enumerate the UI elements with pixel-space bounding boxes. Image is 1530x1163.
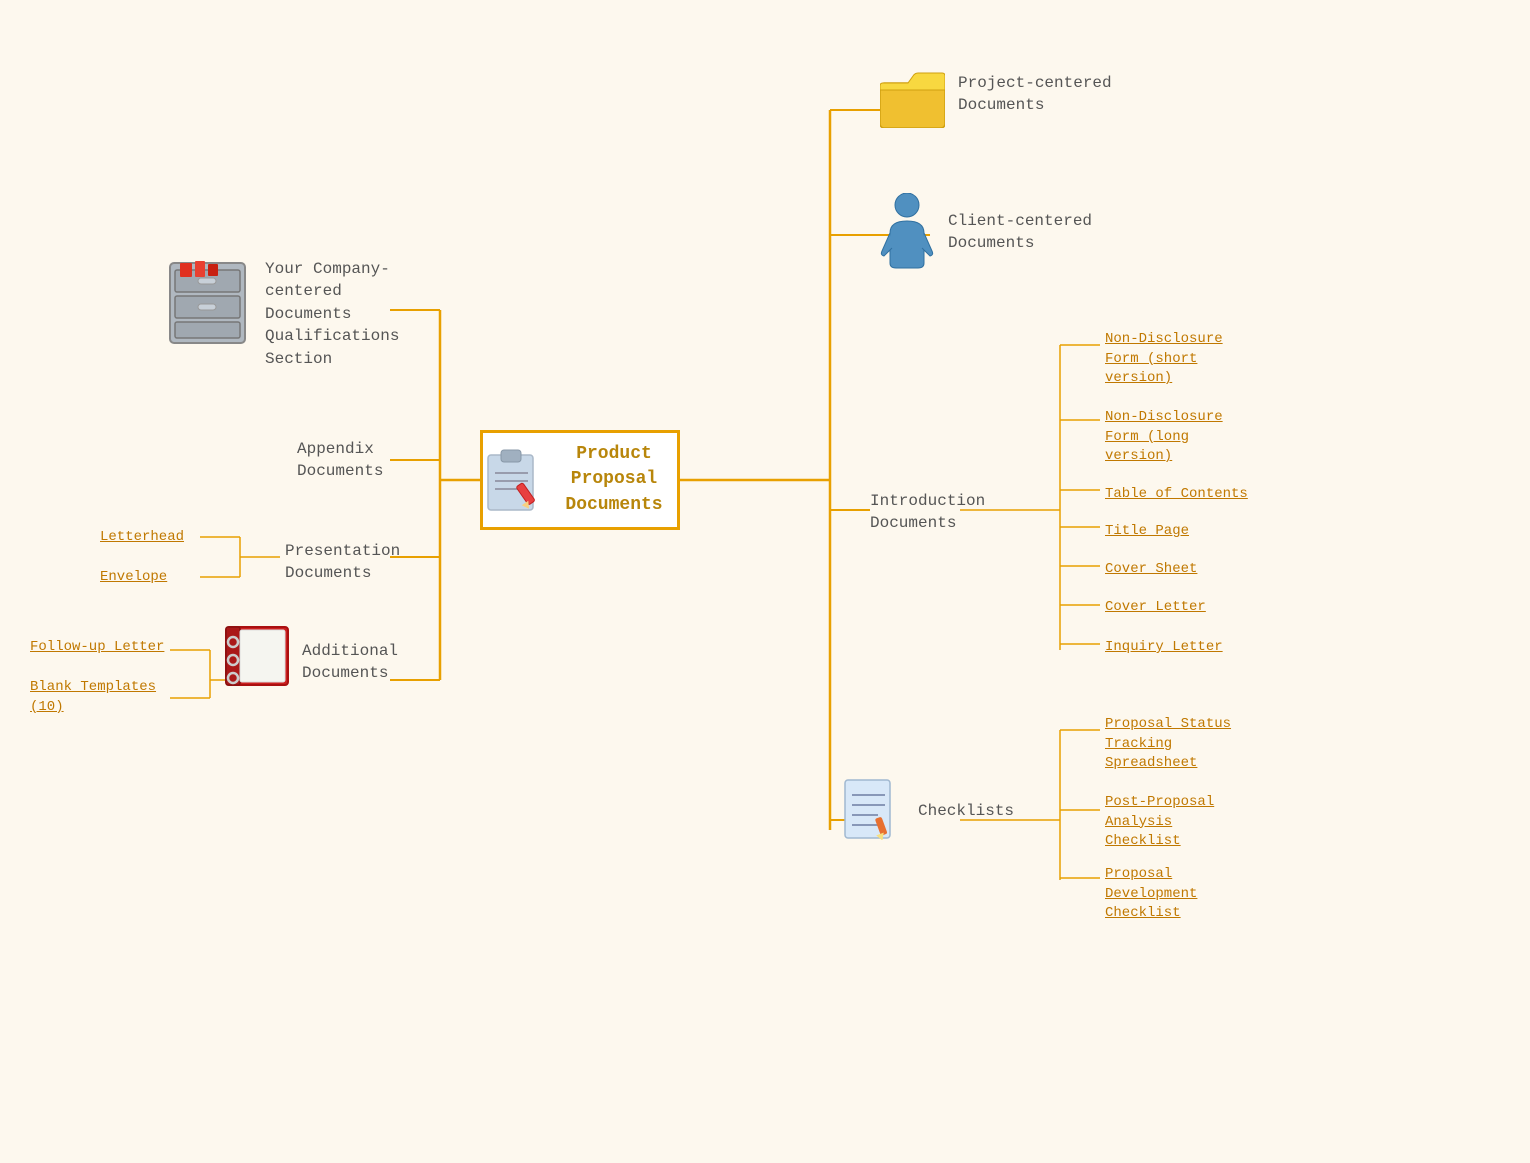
company-centered-icon — [160, 258, 255, 353]
central-node-label: Product ProposalDocuments — [551, 442, 677, 518]
checklists-icon — [840, 775, 900, 845]
project-centered-icon — [880, 68, 945, 133]
additional-icon — [218, 622, 293, 695]
central-node: Product ProposalDocuments — [480, 430, 680, 530]
client-centered-icon — [880, 193, 935, 278]
